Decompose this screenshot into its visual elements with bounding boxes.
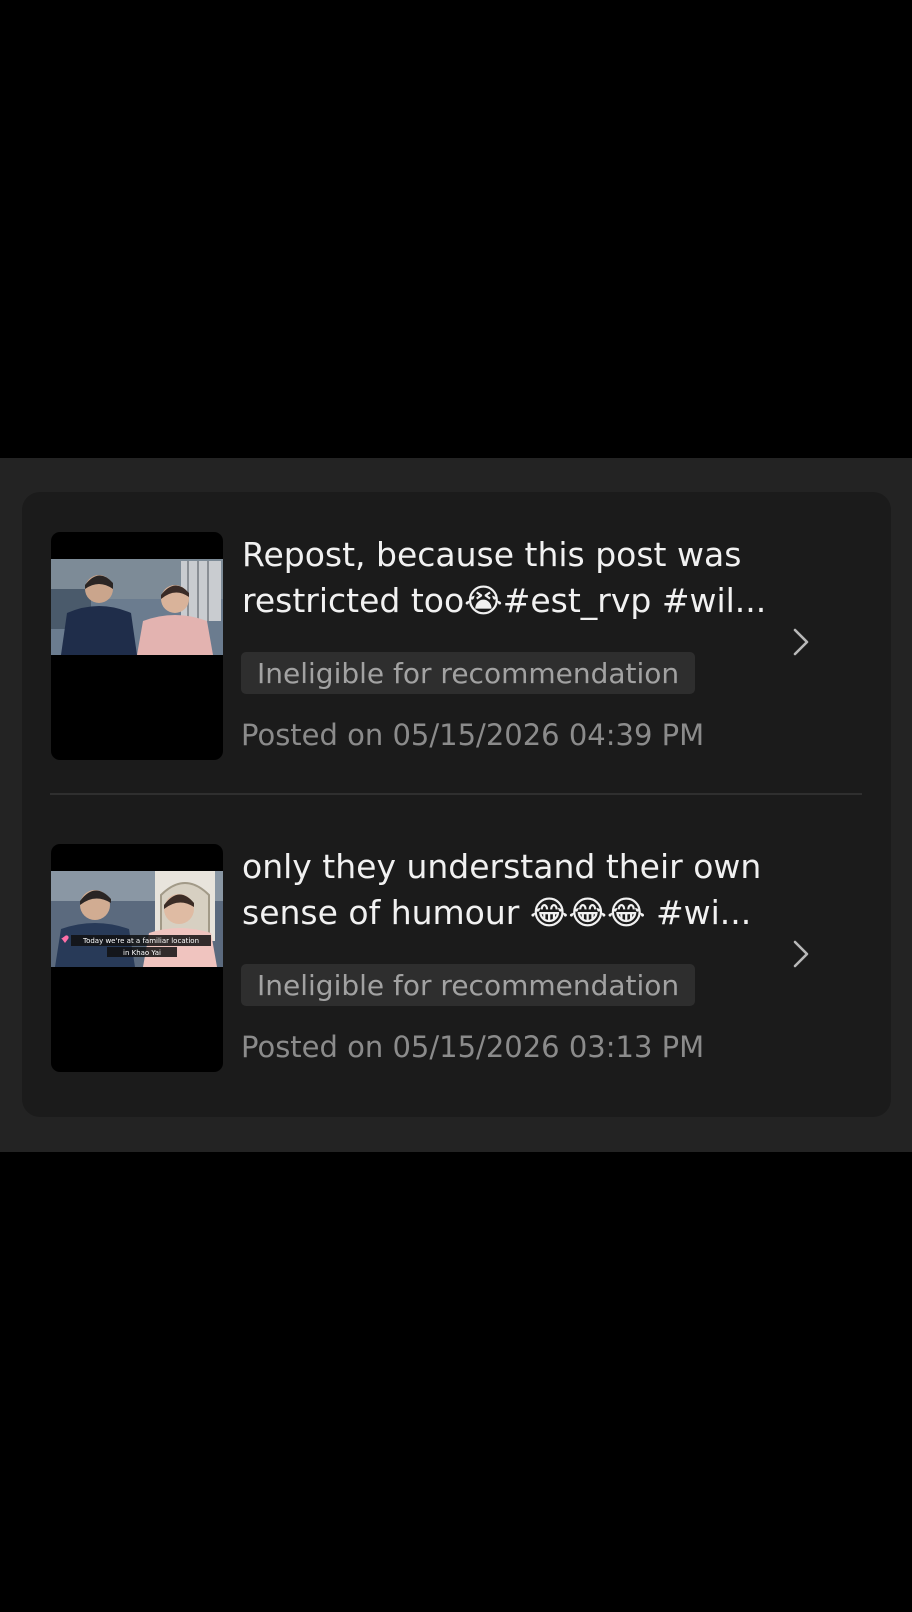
posts-card: Repost, because this post was restricted…	[22, 492, 891, 1117]
posted-timestamp: Posted on 05/15/2026 03:13 PM	[241, 1030, 705, 1064]
status-badge: Ineligible for recommendation	[241, 652, 696, 694]
post-caption: only they understand their own sense of …	[242, 844, 802, 936]
caption-line: Repost, because this post was	[242, 535, 742, 574]
post-item[interactable]: Repost, because this post was restricted…	[22, 492, 891, 760]
posts-panel: Repost, because this post was restricted…	[0, 458, 912, 1152]
thumbnail-image	[51, 559, 223, 655]
status-badge: Ineligible for recommendation	[241, 964, 696, 1006]
post-thumbnail[interactable]	[51, 532, 223, 760]
thumbnail-subtitle: Today we're at a familiar location	[82, 937, 199, 945]
chevron-right-icon[interactable]	[785, 934, 819, 974]
post-caption: Repost, because this post was restricted…	[242, 532, 802, 624]
post-thumbnail[interactable]: Today we're at a familiar location in Kh…	[51, 844, 223, 1072]
caption-line: sense of humour 😂😂😂 #wi...	[242, 893, 752, 932]
caption-line: only they understand their own	[242, 847, 762, 886]
caption-line: restricted too😭#est_rvp #wil...	[242, 581, 767, 620]
chevron-right-icon[interactable]	[785, 622, 819, 662]
thumbnail-subtitle: in Khao Yai	[123, 949, 161, 957]
post-item[interactable]: Today we're at a familiar location in Kh…	[22, 804, 891, 1072]
page: Repost, because this post was restricted…	[0, 0, 912, 1612]
thumbnail-image: Today we're at a familiar location in Kh…	[51, 871, 223, 967]
posted-timestamp: Posted on 05/15/2026 04:39 PM	[241, 718, 705, 752]
divider	[50, 793, 862, 795]
